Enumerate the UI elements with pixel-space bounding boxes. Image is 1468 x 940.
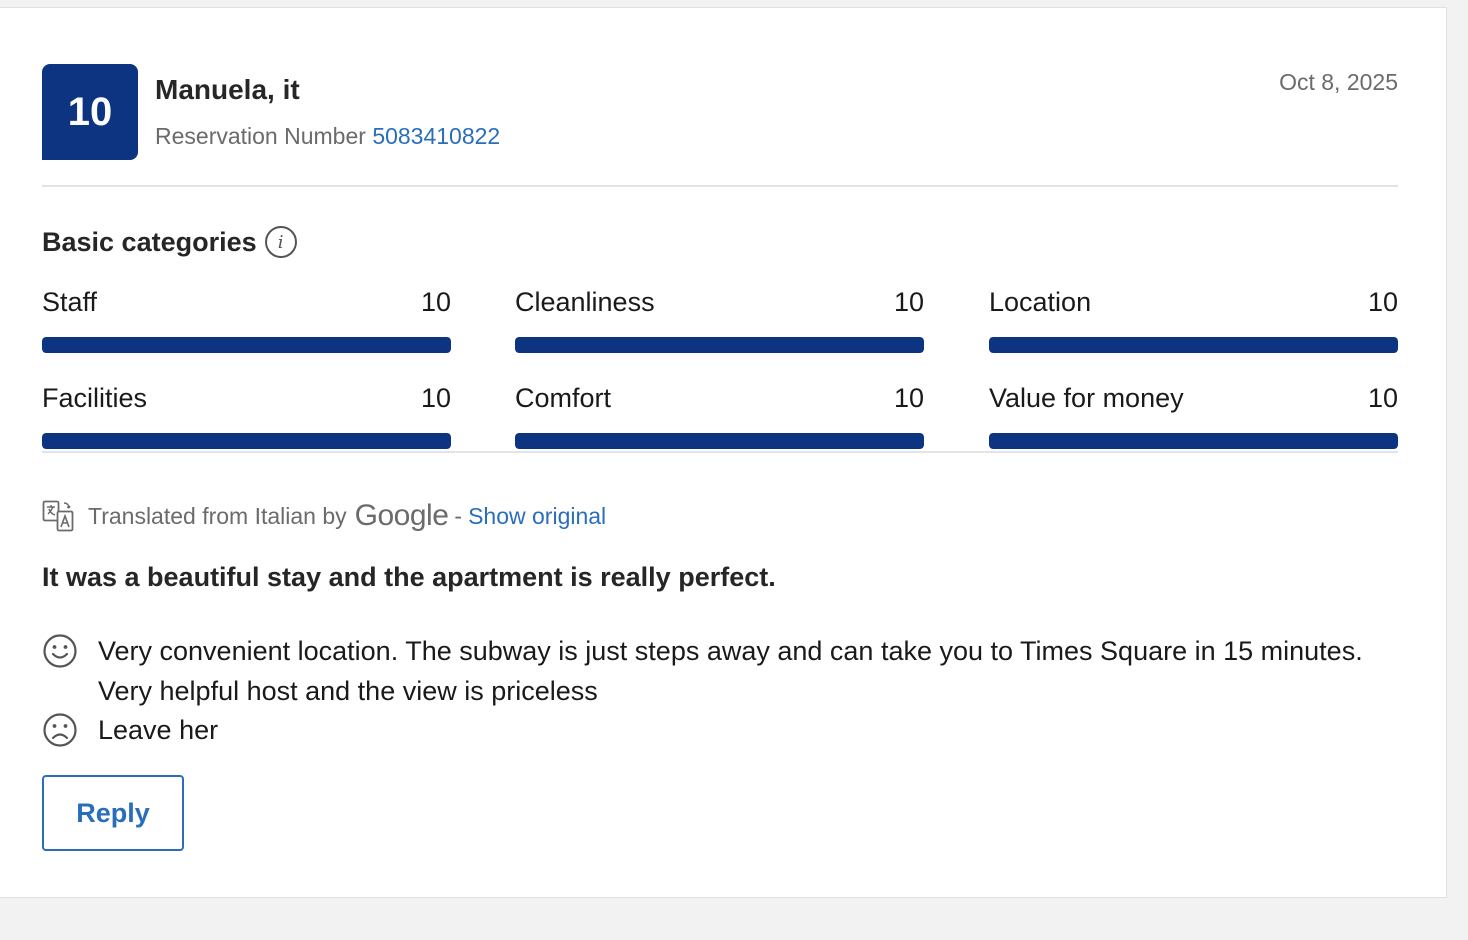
translate-icon (42, 500, 74, 532)
review-title: It was a beautiful stay and the apartmen… (42, 562, 776, 592)
category-label: Location (989, 287, 1092, 317)
category-label: Comfort (515, 383, 612, 413)
category-location: Location 10 (989, 287, 1398, 353)
category-score: 10 (893, 287, 924, 317)
category-staff: Staff 10 (42, 287, 451, 353)
reservation-number-link[interactable]: 5083410822 (372, 123, 500, 149)
category-score: 10 (420, 383, 451, 413)
category-bar (515, 433, 924, 449)
reservation-label: Reservation Number (155, 123, 366, 149)
category-label: Cleanliness (515, 287, 655, 317)
guest-name: Manuela, it (155, 74, 300, 105)
translation-notice: Translated from Italian by Google - Show… (42, 499, 606, 533)
sad-face-icon (43, 713, 77, 747)
category-cleanliness: Cleanliness 10 (515, 287, 924, 353)
review-date: Oct 8, 2025 (1279, 69, 1398, 95)
category-bar (42, 337, 451, 353)
category-label: Facilities (42, 383, 148, 413)
category-score: 10 (893, 383, 924, 413)
reply-button[interactable]: Reply (42, 775, 184, 851)
review-card: 10 Manuela, it Reservation Number 508341… (0, 7, 1447, 898)
categories-title: Basic categories i (42, 226, 297, 258)
category-bar (989, 433, 1398, 449)
categories-divider (42, 451, 1398, 453)
reservation-info: Reservation Number 5083410822 (155, 123, 500, 150)
negative-comment: Leave her (42, 710, 1372, 750)
category-value-for-money: Value for money 10 (989, 383, 1398, 449)
category-bar (42, 433, 451, 449)
category-facilities: Facilities 10 (42, 383, 451, 449)
smiley-face-icon (43, 634, 77, 668)
category-bar (515, 337, 924, 353)
category-comfort: Comfort 10 (515, 383, 924, 449)
review-score: 10 (67, 89, 113, 134)
header-divider (42, 185, 1398, 187)
google-logo: Google (354, 499, 449, 532)
translation-separator: - (454, 502, 463, 529)
negative-comment-text: Leave her (98, 715, 219, 745)
categories-title-text: Basic categories (42, 226, 257, 257)
category-score: 10 (420, 287, 451, 317)
category-bar (989, 337, 1398, 353)
info-icon[interactable]: i (264, 226, 297, 258)
category-label: Value for money (989, 383, 1184, 413)
review-score-badge: 10 (42, 64, 138, 160)
positive-comment: Very convenient location. The subway is … (42, 631, 1372, 711)
show-original-link[interactable]: Show original (468, 503, 606, 530)
category-score: 10 (1367, 383, 1398, 413)
category-score: 10 (1367, 287, 1398, 317)
category-label: Staff (42, 287, 98, 317)
translation-text: Translated from Italian by (88, 502, 347, 529)
positive-comment-text: Very convenient location. The subway is … (98, 636, 1363, 706)
